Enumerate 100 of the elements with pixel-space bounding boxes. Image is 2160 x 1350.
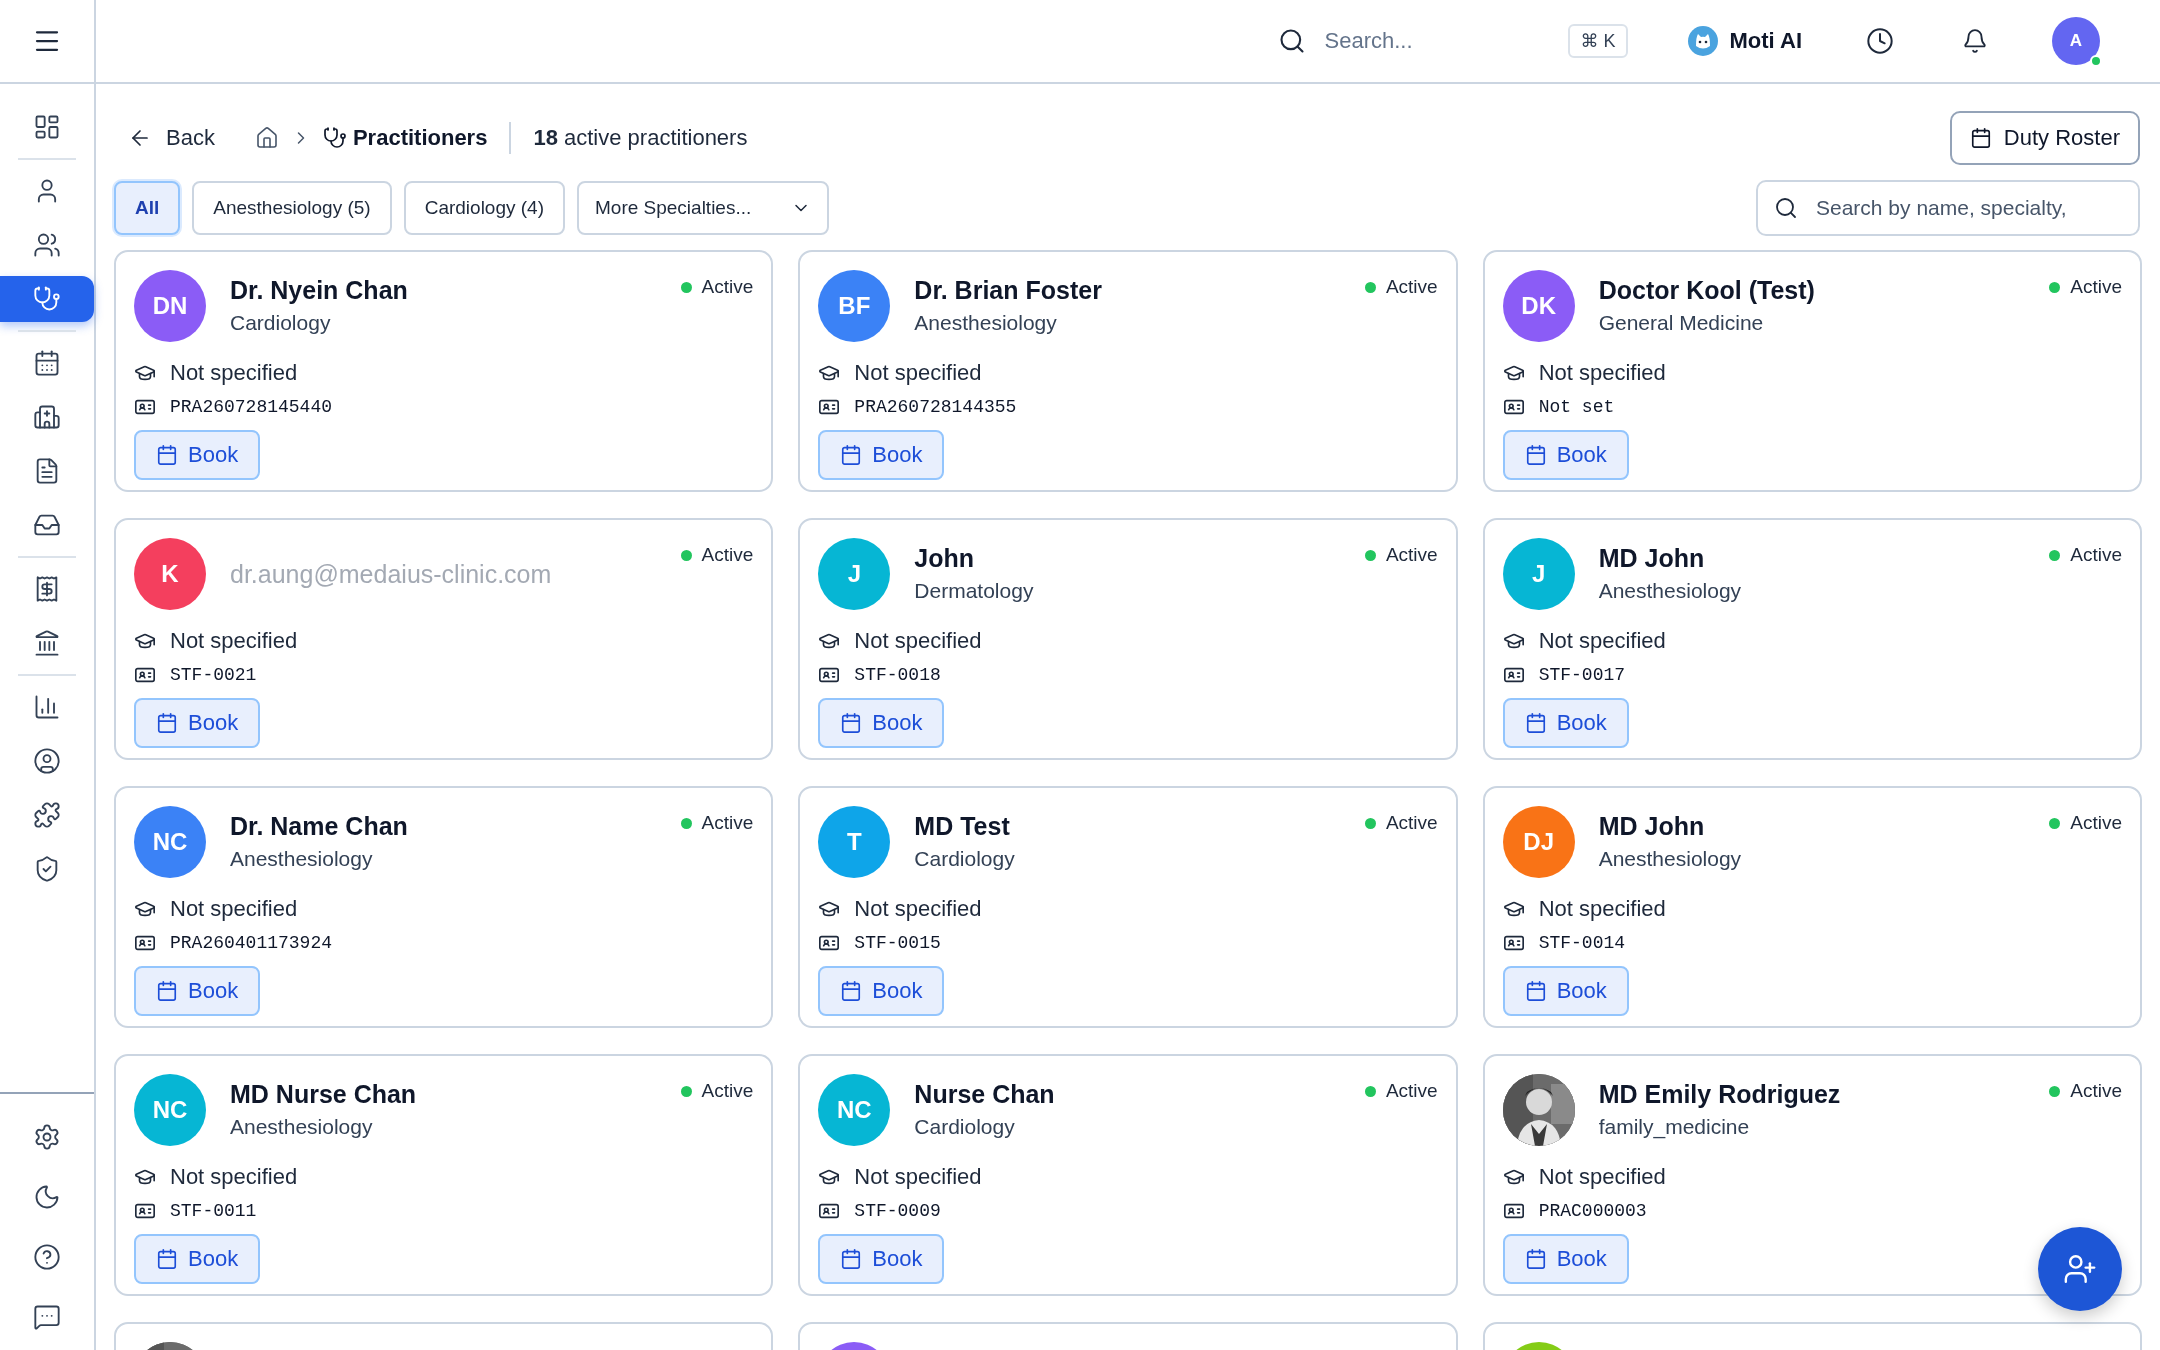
back-button[interactable]: Back (114, 125, 215, 151)
qualification: Not specified (170, 360, 298, 386)
qualification: Not specified (854, 896, 982, 922)
status-label: Active (701, 276, 754, 298)
status-label: Active (1385, 276, 1438, 298)
specialty-dropdown[interactable]: More Specialties... (577, 181, 830, 235)
practitioner-name: MD Test (914, 812, 1011, 841)
chat-icon (33, 1303, 61, 1331)
home-link[interactable] (254, 126, 279, 150)
book-button[interactable]: Book (1502, 430, 1629, 480)
calendar-icon (1524, 980, 1547, 1002)
practitioner-name: Dr. Brian Foster (914, 276, 1103, 305)
assistant-button[interactable]: Moti AI (1687, 26, 1802, 56)
book-button[interactable]: Book (134, 698, 261, 748)
avatar: DJ (1502, 806, 1575, 878)
book-button[interactable]: Book (818, 698, 945, 748)
search-icon (1278, 27, 1307, 55)
filter-chip[interactable]: Cardiology (4) (403, 181, 565, 235)
practitioner-name: Dr. Nyein Chan (230, 276, 409, 305)
practitioner-id: STF-0018 (854, 665, 941, 685)
settings-icon (33, 1123, 61, 1151)
user-avatar[interactable]: A (2052, 17, 2100, 65)
cat-icon (1687, 26, 1718, 56)
practitioner-id: STF-0011 (170, 1201, 257, 1221)
search-icon (1774, 196, 1798, 220)
filter-chip[interactable]: All (114, 181, 181, 235)
specialty: Anesthesiology (914, 311, 1058, 335)
practitioner-name: MD Nurse Chan (230, 1080, 418, 1109)
avatar: J (818, 538, 891, 610)
status-label: Active (2070, 276, 2122, 298)
qualification: Not specified (854, 628, 982, 654)
practitioner-id: STF-0015 (854, 933, 941, 953)
bar-chart-icon (33, 693, 61, 721)
status-label: Active (701, 544, 754, 566)
practitioner-id: STF-0017 (1538, 665, 1626, 685)
avatar: DN (134, 270, 206, 342)
practitioner-id: STF-0021 (170, 665, 257, 685)
book-button[interactable]: Book (134, 966, 261, 1016)
qualification: Not specified (1538, 896, 1666, 922)
practitioner-id: PRAC000003 (1538, 1201, 1647, 1221)
specialty: Cardiology (914, 847, 1016, 871)
user-plus-icon (2063, 1252, 2097, 1286)
calendar-icon (840, 444, 863, 466)
specialty: Cardiology (914, 1115, 1016, 1139)
puzzle-icon (33, 801, 61, 829)
calendar-icon (1524, 444, 1547, 466)
qualification: Not specified (170, 628, 298, 654)
calendar-icon (1524, 1248, 1547, 1270)
qualification: Not specified (854, 1164, 982, 1190)
bank-icon (33, 629, 61, 657)
book-button[interactable]: Book (818, 430, 945, 480)
practitioner-id: PRA260728145440 (170, 397, 333, 417)
avatar: J (1502, 538, 1575, 610)
status-label: Active (2070, 812, 2122, 834)
calendar-icon (840, 712, 863, 734)
avatar: DK (1502, 270, 1575, 342)
practitioner-id: Not set (1538, 397, 1615, 417)
status-label: Active (2070, 544, 2122, 566)
sidebar-item[interactable] (0, 276, 94, 322)
qualification: Not specified (854, 360, 982, 386)
book-button[interactable]: Book (1502, 966, 1629, 1016)
practitioner-id: PRA260401173924 (170, 933, 333, 953)
search-field[interactable]: Search by name, specialty, (1756, 180, 2140, 236)
calendar-icon (840, 980, 863, 1002)
avatar: BF (818, 270, 891, 342)
book-button[interactable]: Book (134, 1234, 261, 1284)
status-label: Active (1385, 812, 1438, 834)
status-label: Active (1385, 1080, 1438, 1102)
calendar-icon (1969, 127, 1992, 149)
calendar-icon (156, 1248, 178, 1270)
hospital-icon (33, 403, 61, 431)
keyboard-shortcut: ⌘ K (1568, 24, 1628, 58)
specialty: Anesthesiology (230, 847, 374, 871)
duty-roster-button[interactable]: Duty Roster (1949, 111, 2140, 165)
specialty: Anesthesiology (1598, 579, 1743, 603)
book-button[interactable]: Book (818, 966, 945, 1016)
calendar-icon (1524, 712, 1547, 734)
calendar-icon (156, 444, 178, 466)
avatar: NC (134, 1074, 206, 1146)
avatar: NC (134, 806, 206, 878)
qualification: Not specified (1538, 1164, 1666, 1190)
status-label: Active (2070, 1080, 2122, 1102)
book-button[interactable]: Book (1502, 1234, 1629, 1284)
book-button[interactable]: Book (134, 430, 261, 480)
practitioner-name: MD John (1598, 544, 1706, 573)
practitioner-name: Doctor Kool (Test) (1598, 276, 1816, 305)
users-icon (33, 231, 61, 259)
specialty: Anesthesiology (1598, 847, 1743, 871)
qualification: Not specified (170, 1164, 298, 1190)
practitioner-name: MD Emily Rodriguez (1598, 1080, 1842, 1109)
breadcrumb-current: Practitioners (352, 125, 488, 151)
specialty: family_medicine (1598, 1115, 1751, 1139)
specialty: General Medicine (1598, 311, 1765, 335)
book-button[interactable]: Book (818, 1234, 945, 1284)
specialty: Cardiology (230, 311, 332, 335)
book-button[interactable]: Book (1502, 698, 1629, 748)
calendar-icon (156, 980, 178, 1002)
filter-chip[interactable]: Anesthesiology (5) (192, 181, 392, 235)
status-label: Active (701, 812, 754, 834)
practitioner-name: Dr. Name Chan (230, 812, 409, 841)
